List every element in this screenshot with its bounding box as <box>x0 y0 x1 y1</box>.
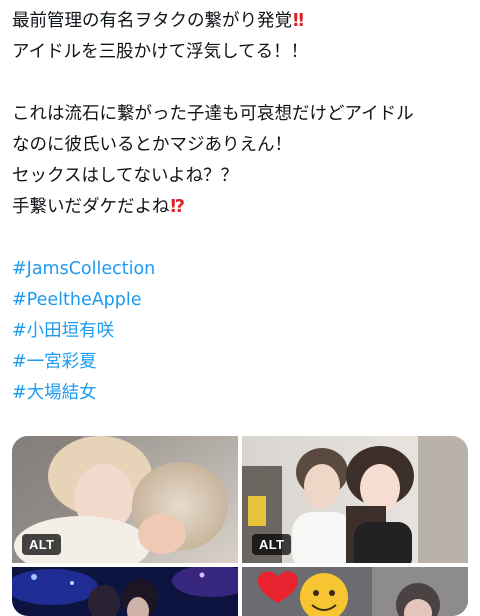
hashtag-link[interactable]: #PeeltheApple <box>12 285 472 316</box>
hashtag-link[interactable]: #大場結女 <box>12 378 472 409</box>
exclamation-question-icon: ⁉ <box>170 197 186 217</box>
hashtag-link[interactable]: #小田垣有咲 <box>12 316 472 347</box>
photo-icon <box>12 567 238 616</box>
post-text-line: 手繋いだダケだよね⁉ <box>12 192 472 223</box>
post-body: 最前管理の有名ヲタクの繋がり発覚‼ アイドルを三股かけて浮気してる！！ これは流… <box>12 6 472 409</box>
post-text: 最前管理の有名ヲタクの繋がり発覚 <box>12 11 292 31</box>
alt-badge[interactable]: ALT <box>22 534 62 555</box>
post-text-line: なのに彼氏いるとかマジありえん！ <box>12 135 292 155</box>
post-text-line: アイドルを三股かけて浮気してる！！ <box>12 42 309 62</box>
media-photo-1[interactable]: ALT <box>12 436 238 563</box>
media-photo-4[interactable] <box>242 567 468 616</box>
hashtag-link[interactable]: #JamsCollection <box>12 254 472 285</box>
media-photo-3[interactable] <box>12 567 238 616</box>
alt-badge[interactable]: ALT <box>252 534 292 555</box>
post-text-line: セックスはしてないよね？？ <box>12 166 239 186</box>
post-text-line: これは流石に繋がった子達も可哀想だけどアイドル <box>12 104 414 124</box>
media-grid: ALT ALT <box>12 436 468 616</box>
post-text-line: 最前管理の有名ヲタクの繋がり発覚‼ <box>12 6 472 37</box>
photo-icon <box>242 567 468 616</box>
double-exclamation-icon: ‼ <box>293 11 304 31</box>
hashtag-link[interactable]: #一宮彩夏 <box>12 347 472 378</box>
media-photo-2[interactable]: ALT <box>242 436 468 563</box>
post-text: 手繋いだダケだよね <box>12 197 170 217</box>
